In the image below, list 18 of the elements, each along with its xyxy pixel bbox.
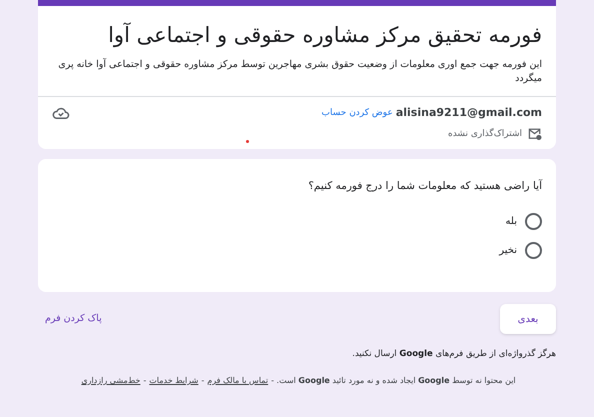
form-description: این فورمه جهت جمع اوری معلومات از وضعیت حقوق بشری مهاجرین توسط مرکز مشاوره حقوقی و اجتماعی آوا خانه پری میگردد bbox=[57, 58, 542, 86]
form-title: فورمه تحقیق مرکز مشاوره حقوقی و اجتماعی آوا bbox=[107, 21, 542, 50]
mail-blocked-icon bbox=[528, 128, 542, 140]
footer-link[interactable]: شرایط خدمات bbox=[149, 376, 198, 385]
radio-button[interactable] bbox=[525, 242, 542, 259]
footer-link[interactable]: خط‌مشی رازداری bbox=[81, 376, 140, 385]
radio-button[interactable] bbox=[525, 212, 542, 230]
option-label: بله bbox=[506, 214, 517, 229]
cloud-check-icon bbox=[52, 106, 70, 120]
option-label: نخیر bbox=[499, 244, 517, 258]
switch-account-link[interactable]: عوض کردن حساب bbox=[322, 106, 393, 120]
account-email: alisina9211@gmail.com bbox=[396, 105, 542, 121]
question-text: آیا راضی هستید که معلومات شما را درج فورمه کنیم؟ bbox=[307, 179, 542, 194]
sharing-status: اشتراک‌گذاری نشده bbox=[448, 128, 522, 140]
clear-form-link[interactable]: پاک کردن فرم bbox=[45, 312, 102, 326]
footer-link[interactable]: تماس با مالک فرم bbox=[207, 376, 268, 385]
dot-mark bbox=[246, 140, 249, 143]
next-button[interactable]: بعدی bbox=[500, 304, 556, 334]
